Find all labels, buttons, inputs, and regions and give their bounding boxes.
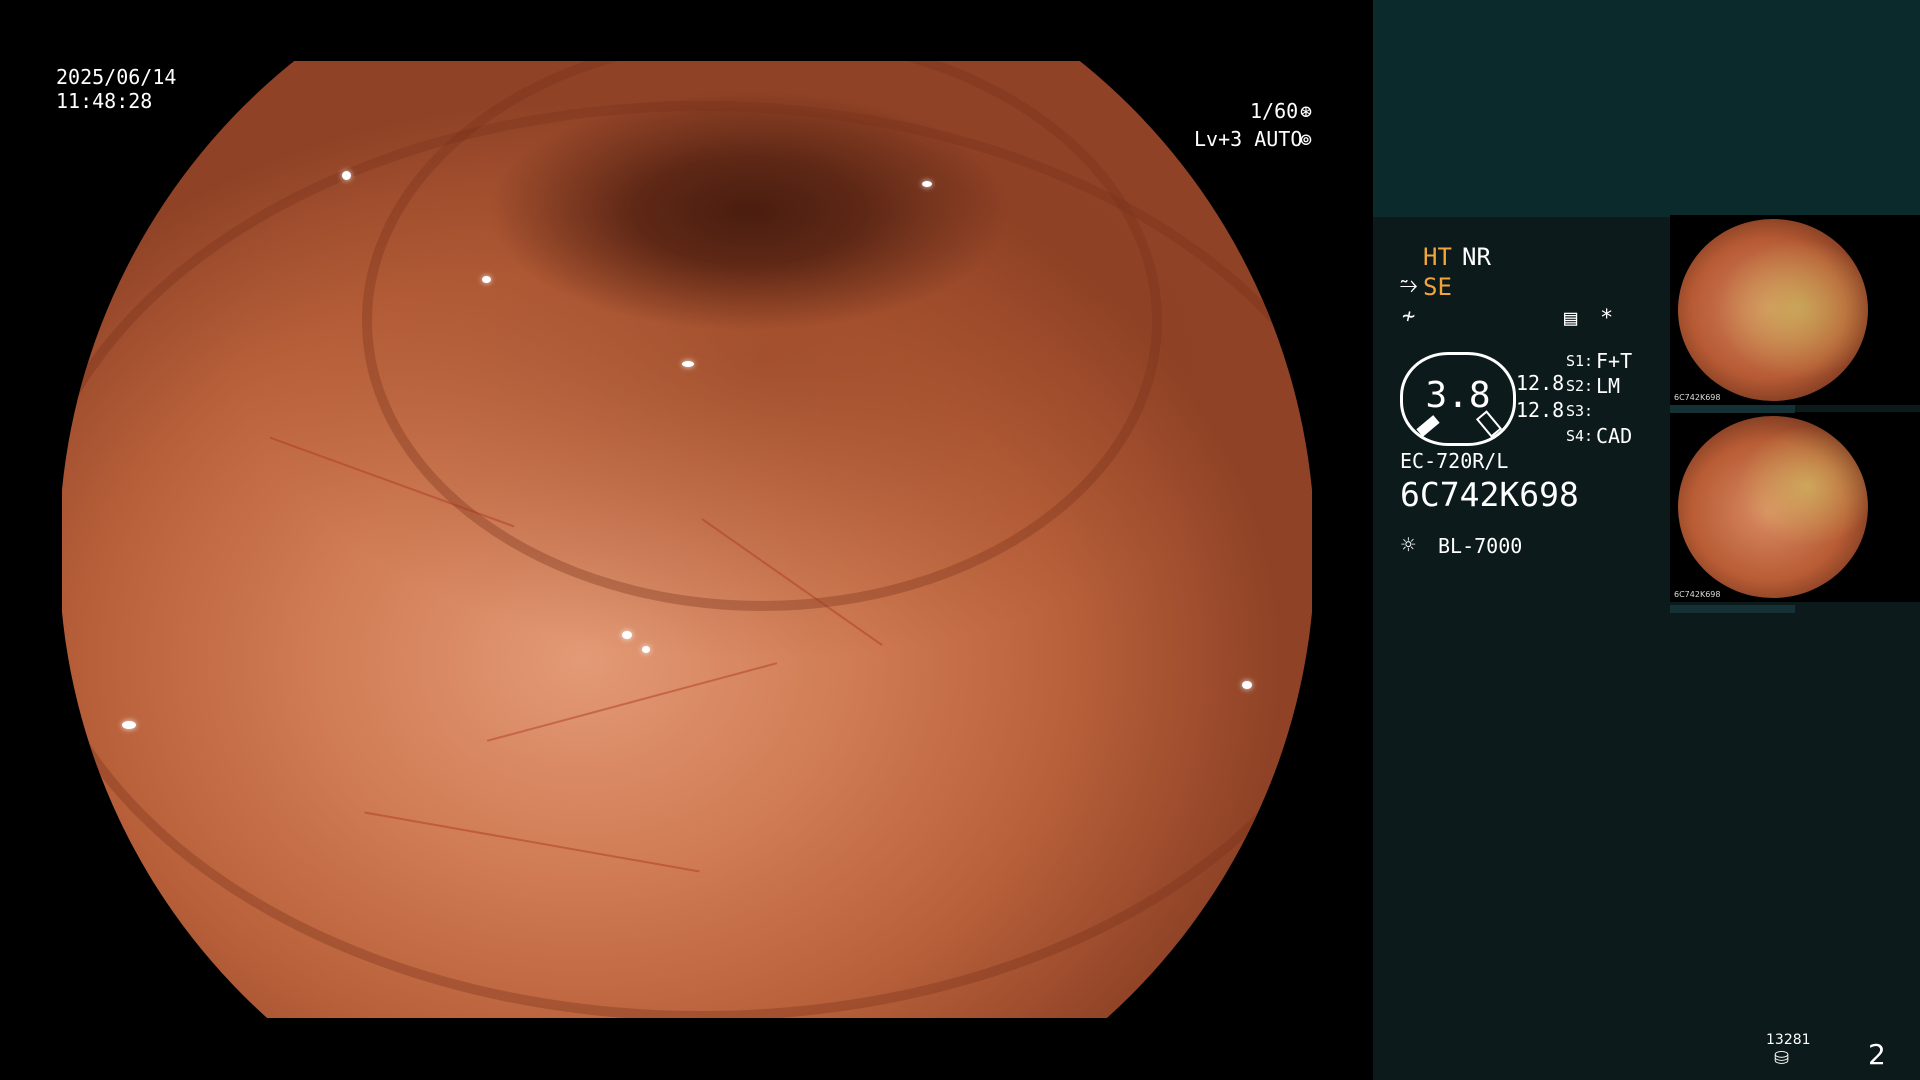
light-source-icon: ☼: [1401, 531, 1416, 559]
nr-indicator: NR: [1462, 243, 1491, 271]
exposure-level: Lv+3 AUTO: [1194, 127, 1303, 151]
se-indicator: SE: [1423, 273, 1452, 301]
captured-thumbnail[interactable]: 6C742K698: [1670, 215, 1920, 405]
thumbnail-image: [1678, 416, 1868, 598]
s4-value: CAD: [1596, 424, 1633, 448]
specular-highlight: [1242, 681, 1252, 689]
thumbnail-bar: [1670, 605, 1795, 613]
s4-label: S4:: [1566, 427, 1594, 445]
ht-indicator: HT: [1423, 243, 1452, 271]
iris-icon: ⊚: [1300, 127, 1313, 151]
s3-label: S3:: [1566, 402, 1594, 420]
storage-icon: ⛁: [1774, 1048, 1790, 1069]
s1-value: F+T: [1596, 349, 1633, 373]
specular-highlight: [482, 276, 491, 283]
specular-highlight: [342, 171, 351, 180]
reading-2: 12.8: [1516, 398, 1565, 422]
light-source: BL-7000: [1438, 534, 1523, 558]
s1-label: S1:: [1566, 352, 1594, 370]
scope-serial: 6C742K698: [1400, 475, 1579, 514]
freeze-icon: ≁: [1402, 304, 1416, 329]
thumbnail-bar: [1670, 405, 1795, 413]
scope-tip-icon: ⥲: [1400, 273, 1418, 298]
image-count: 2: [1868, 1038, 1886, 1071]
aperture-icon: ⊛: [1300, 99, 1313, 123]
thumbnail-caption: 6C742K698: [1674, 393, 1721, 402]
gauge-value: 3.8: [1425, 375, 1491, 416]
exam-time: 11:48:28: [56, 89, 153, 113]
captured-thumbnail[interactable]: 6C742K698: [1670, 412, 1920, 602]
specular-highlight: [682, 361, 694, 367]
thumbnail-image: [1678, 219, 1868, 401]
specular-highlight: [622, 631, 632, 639]
insertion-gauge: 3.8: [1400, 352, 1516, 446]
image-counter: 13281: [1766, 1032, 1811, 1048]
star-indicator: *: [1600, 306, 1614, 331]
endoscopic-image: [62, 61, 1312, 1018]
specular-highlight: [922, 181, 932, 187]
specular-highlight: [642, 646, 650, 653]
endoscope-view: 2025/06/14 11:48:28 1/60 ⊛ Lv+3 AUTO ⊚: [0, 0, 1373, 1080]
scope-model: EC-720R/L: [1400, 449, 1509, 473]
gauge-marker: [1416, 415, 1440, 437]
panel-header: [1373, 0, 1920, 217]
menu-icon: ▤: [1564, 306, 1578, 331]
exam-date: 2025/06/14: [56, 65, 177, 89]
s2-label: S2:: [1566, 377, 1594, 395]
reading-1: 12.8: [1516, 371, 1565, 395]
s2-value: LM: [1596, 374, 1621, 398]
shutter-speed: 1/60: [1250, 99, 1299, 123]
thumbnail-caption: 6C742K698: [1674, 590, 1721, 599]
specular-highlight: [122, 721, 136, 729]
